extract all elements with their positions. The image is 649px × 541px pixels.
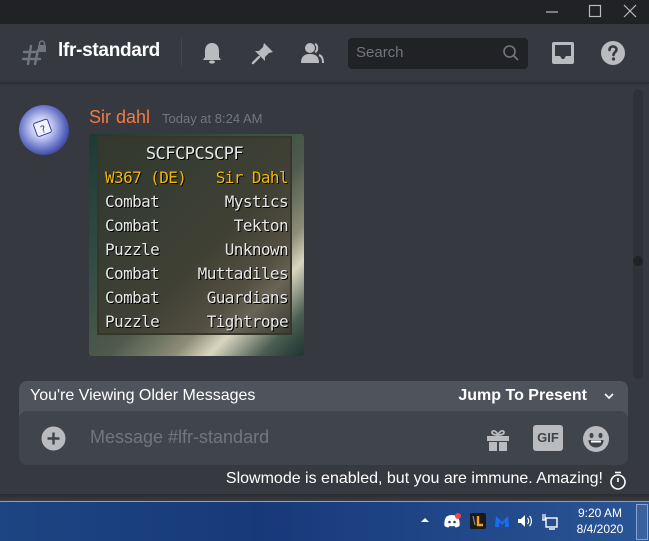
network-icon[interactable]	[540, 512, 558, 530]
inbox-icon[interactable]	[550, 40, 576, 66]
clock-date[interactable]: 8/4/2020	[570, 522, 630, 536]
locked-text-channel-icon	[21, 40, 46, 66]
room-name: Guardians	[206, 288, 289, 307]
room-row: Combat Mystics	[105, 192, 289, 212]
room-name: Muttadiles	[197, 264, 289, 283]
room-row: Combat Guardians	[105, 288, 289, 308]
room-type: Puzzle	[105, 240, 160, 259]
window-titlebar	[0, 0, 649, 24]
discord-icon[interactable]	[443, 512, 461, 530]
room-row: Combat Muttadiles	[105, 264, 289, 284]
minimize-icon	[546, 11, 558, 13]
show-hidden-icons[interactable]	[419, 514, 431, 526]
jump-to-present-button[interactable]: Jump To Present	[458, 387, 587, 405]
header-divider	[181, 38, 182, 66]
game-app-icon[interactable]	[469, 512, 487, 530]
world-label: W367 (DE)	[105, 168, 187, 187]
channel-header: lfr-standard Search	[0, 24, 649, 83]
malwarebytes-icon[interactable]	[493, 512, 511, 530]
search-placeholder: Search	[356, 44, 404, 61]
message-composer[interactable]: Message #lfr-standard GIF	[19, 411, 628, 465]
scrollbar-track[interactable]	[633, 89, 643, 379]
notification-bell-icon[interactable]	[199, 40, 225, 66]
emoji-icon[interactable]	[582, 425, 610, 453]
search-icon	[503, 45, 519, 61]
maximize-icon	[588, 4, 602, 18]
room-type: Combat	[105, 192, 160, 211]
maximize-button[interactable]	[580, 0, 610, 22]
search-input[interactable]: Search	[348, 38, 528, 69]
room-row: Puzzle Unknown	[105, 240, 289, 260]
room-name: Tightrope	[206, 312, 289, 331]
room-type: Puzzle	[105, 312, 160, 331]
user-avatar[interactable]: ?	[19, 105, 69, 155]
member-list-icon[interactable]	[299, 40, 325, 66]
message-timestamp: Today at 8:24 AM	[162, 111, 263, 126]
gift-icon[interactable]	[484, 425, 512, 453]
clock-time[interactable]: 9:20 AM	[570, 506, 630, 520]
chevron-down-icon[interactable]	[603, 391, 615, 401]
overlay-header-row: W367 (DE) Sir Dahl	[105, 168, 289, 188]
message-input[interactable]: Message #lfr-standard	[90, 427, 269, 448]
room-type: Combat	[105, 216, 160, 235]
window-bottom-edge	[0, 494, 649, 501]
minimize-button[interactable]	[537, 0, 567, 22]
room-name: Mystics	[224, 192, 289, 211]
channel-name: lfr-standard	[58, 40, 160, 61]
player-name: Sir Dahl	[215, 168, 289, 187]
close-icon	[623, 4, 637, 18]
show-desktop-button[interactable]	[636, 504, 648, 540]
help-icon[interactable]	[600, 40, 626, 66]
room-type: Combat	[105, 288, 160, 307]
raid-layout-overlay: SCFCPCSCPF W367 (DE) Sir Dahl Combat Mys…	[97, 136, 292, 335]
room-name: Tekton	[233, 216, 289, 235]
room-row: Combat Tekton	[105, 216, 289, 236]
room-row: Puzzle Tightrope	[105, 312, 289, 332]
scrollbar-thumb[interactable]	[633, 256, 643, 266]
message-author[interactable]: Sir dahl	[89, 107, 150, 128]
gif-button[interactable]: GIF	[533, 425, 563, 451]
close-button[interactable]	[615, 0, 645, 22]
room-type: Combat	[105, 264, 160, 283]
pin-icon[interactable]	[250, 40, 276, 66]
raid-layout-title: SCFCPCSCPF	[145, 144, 244, 164]
upload-plus-icon[interactable]	[41, 426, 66, 451]
gif-label: GIF	[537, 430, 559, 445]
slowmode-notice: Slowmode is enabled, but you are immune.…	[225, 470, 603, 487]
volume-icon[interactable]	[516, 512, 534, 530]
slowmode-timer-icon	[610, 471, 626, 490]
taskbar: 9:20 AM 8/4/2020	[0, 501, 649, 541]
older-messages-text: You're Viewing Older Messages	[30, 387, 256, 404]
avatar-keyboard-key-icon: ?	[33, 118, 52, 137]
image-attachment[interactable]: SCFCPCSCPF W367 (DE) Sir Dahl Combat Mys…	[89, 134, 304, 356]
room-name: Unknown	[224, 240, 289, 259]
